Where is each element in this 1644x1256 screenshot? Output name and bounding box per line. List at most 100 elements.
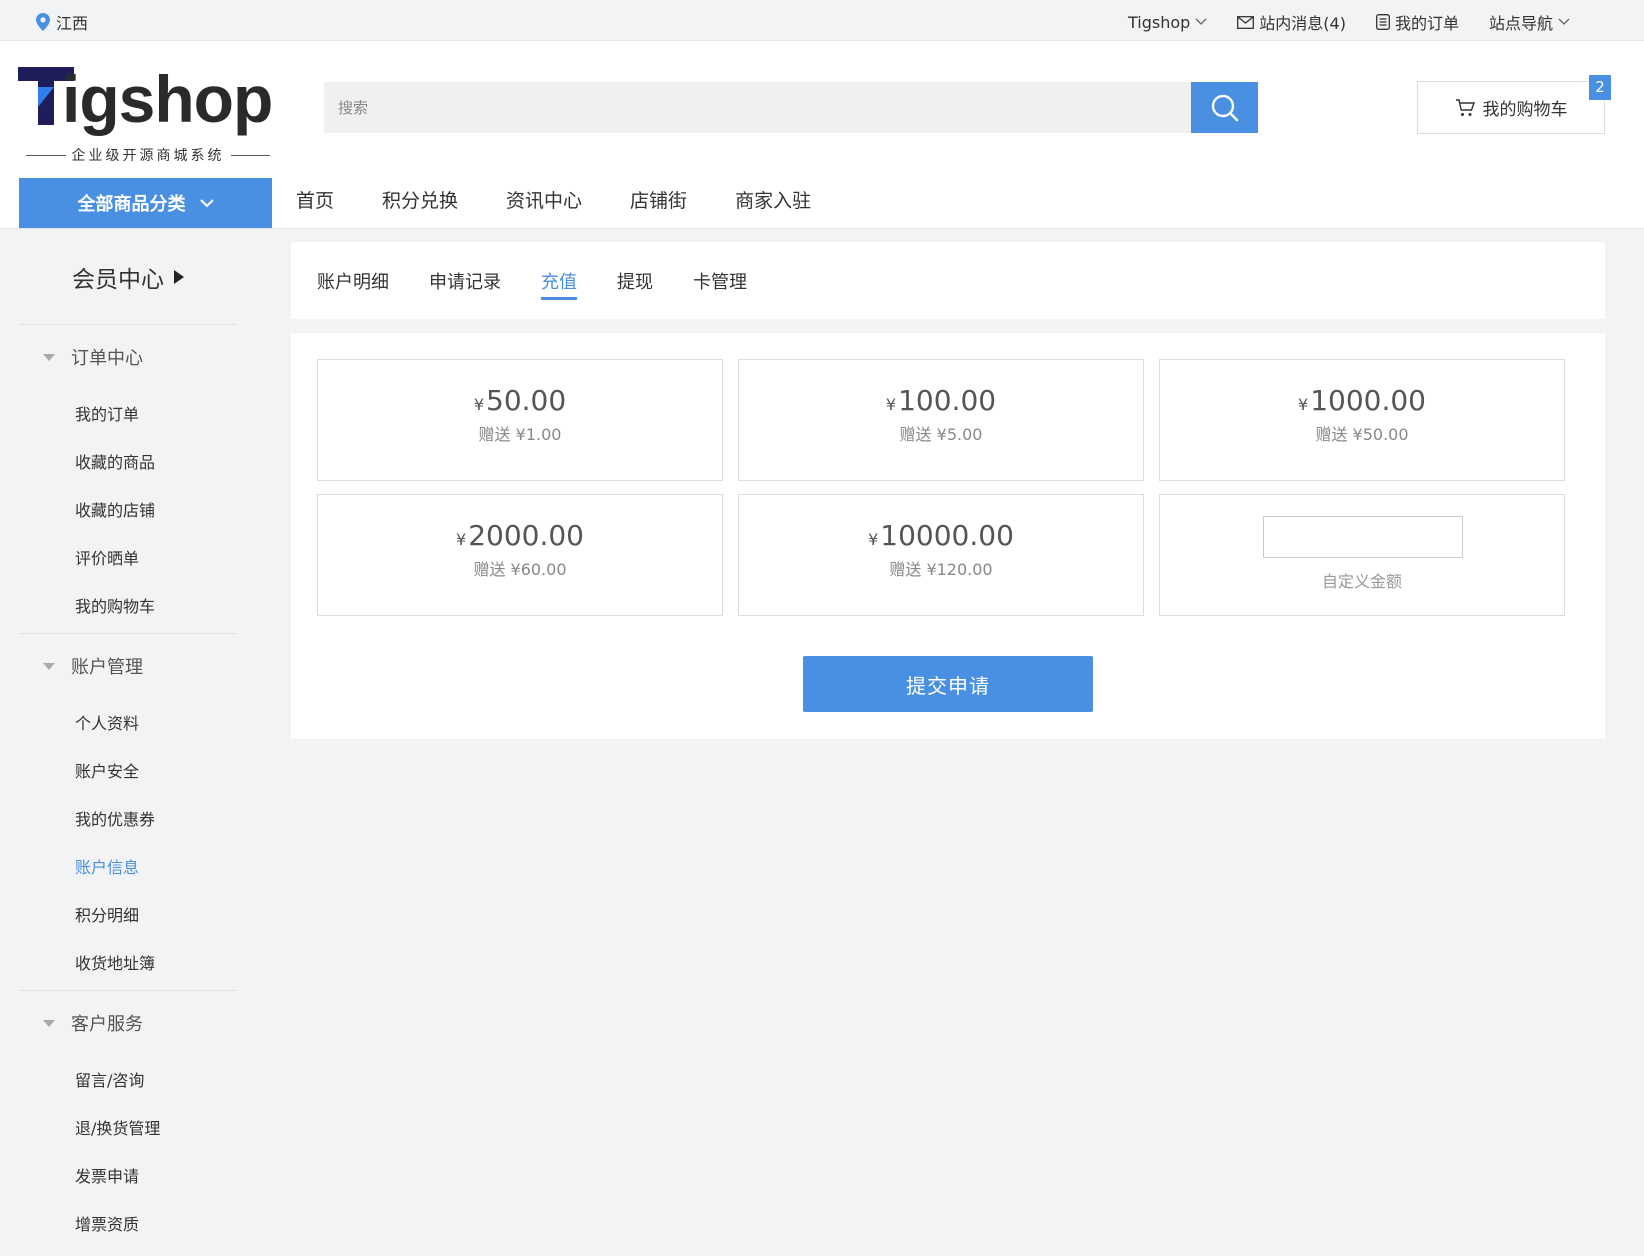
recharge-option-50[interactable]: ¥50.00 赠送 ¥1.00 <box>317 359 723 481</box>
top-nav-messages-label: 站内消息(4) <box>1259 14 1346 33</box>
sidebar-item-reviews[interactable]: 评价晒单 <box>19 533 237 581</box>
sidebar-item-invoice-request[interactable]: 发票申请 <box>19 1151 237 1199</box>
sidebar-item-coupons[interactable]: 我的优惠券 <box>19 794 237 842</box>
search-button[interactable] <box>1191 82 1258 133</box>
all-categories-button[interactable]: 全部商品分类 <box>19 178 272 228</box>
sidebar-item-vat-qualification[interactable]: 增票资质 <box>19 1199 237 1247</box>
currency-symbol: ¥ <box>1298 395 1309 414</box>
recharge-gift: 赠送 ¥5.00 <box>899 425 983 444</box>
sidebar-group-title: 账户管理 <box>71 657 143 678</box>
member-sidebar: 会员中心 订单中心 我的订单 收藏的商品 收藏的店铺 评价晒单 我的购物车 账户… <box>19 229 237 1251</box>
document-icon <box>1376 14 1390 30</box>
recharge-gift: 赠送 ¥120.00 <box>889 560 993 579</box>
recharge-amount: ¥10000.00 <box>739 519 1143 552</box>
main-nav-home[interactable]: 首页 <box>296 186 334 213</box>
cart-button[interactable]: 我的购物车 <box>1417 81 1605 134</box>
top-nav-tigshop-label: Tigshop <box>1127 12 1191 32</box>
sidebar-item-account-info[interactable]: 账户信息 <box>19 842 237 890</box>
recharge-amount: ¥1000.00 <box>1160 384 1564 417</box>
sidebar-item-profile[interactable]: 个人资料 <box>19 698 237 746</box>
triangle-right-icon <box>174 269 184 284</box>
main-nav-news-center[interactable]: 资讯中心 <box>506 186 582 213</box>
currency-symbol: ¥ <box>868 530 879 549</box>
tab-application-records[interactable]: 申请记录 <box>429 268 501 300</box>
tab-withdraw[interactable]: 提现 <box>617 268 653 300</box>
currency-symbol: ¥ <box>473 395 484 414</box>
recharge-amount: ¥50.00 <box>318 384 722 417</box>
sidebar-group-account: 账户管理 个人资料 账户安全 我的优惠券 账户信息 积分明细 收货地址簿 <box>19 634 237 991</box>
sidebar-item-returns[interactable]: 退/换货管理 <box>19 1103 237 1151</box>
recharge-amount: ¥2000.00 <box>318 519 722 552</box>
currency-symbol: ¥ <box>885 395 897 414</box>
chevron-down-icon <box>1195 18 1207 25</box>
top-bar: 江西 Tigshop 站内消息(4) 我的订单 站点导航 <box>0 0 1644 41</box>
sidebar-item-favorite-shops[interactable]: 收藏的店铺 <box>19 485 237 533</box>
member-center-label: 会员中心 <box>72 266 164 293</box>
header: igshop 企业级开源商城系统 我的购物车 2 全部商品分类 首页 积分兑换 … <box>0 41 1644 229</box>
sidebar-item-account-security[interactable]: 账户安全 <box>19 746 237 794</box>
recharge-amount-value: 100.00 <box>898 384 997 417</box>
submit-button[interactable]: 提交申请 <box>803 656 1093 712</box>
top-nav-tigshop[interactable]: Tigshop <box>1128 10 1207 34</box>
sidebar-group-title: 订单中心 <box>71 348 143 369</box>
logo-tagline-text: 企业级开源商城系统 <box>71 148 225 164</box>
cart-label: 我的购物车 <box>1482 100 1568 120</box>
caret-down-icon <box>43 662 55 670</box>
sidebar-group-header[interactable]: 客户服务 <box>19 991 237 1055</box>
logo[interactable]: igshop 企业级开源商城系统 <box>18 61 274 164</box>
top-nav-orders-label: 我的订单 <box>1394 14 1459 33</box>
location-selector[interactable]: 江西 <box>36 10 88 34</box>
caret-down-icon <box>43 353 55 361</box>
sidebar-item-favorite-products[interactable]: 收藏的商品 <box>19 437 237 485</box>
recharge-option-1000[interactable]: ¥1000.00 赠送 ¥50.00 <box>1159 359 1565 481</box>
sidebar-item-my-cart[interactable]: 我的购物车 <box>19 581 237 629</box>
account-tabs: 账户明细 申请记录 充值 提现 卡管理 <box>291 242 1605 319</box>
sidebar-group-orders: 订单中心 我的订单 收藏的商品 收藏的店铺 评价晒单 我的购物车 <box>19 325 237 634</box>
recharge-option-custom: 自定义金额 <box>1159 494 1565 616</box>
main-nav-shop-street[interactable]: 店铺街 <box>630 186 687 213</box>
tab-card-management[interactable]: 卡管理 <box>693 268 747 300</box>
all-categories-label: 全部商品分类 <box>77 194 186 215</box>
recharge-option-10000[interactable]: ¥10000.00 赠送 ¥120.00 <box>738 494 1144 616</box>
tab-account-detail[interactable]: 账户明细 <box>317 268 389 300</box>
recharge-panel: ¥50.00 赠送 ¥1.00 ¥100.00 赠送 ¥5.00 ¥1000.0… <box>291 333 1605 739</box>
tab-recharge[interactable]: 充值 <box>541 268 577 300</box>
search-icon <box>1211 94 1238 121</box>
recharge-option-100[interactable]: ¥100.00 赠送 ¥5.00 <box>738 359 1144 481</box>
sidebar-item-points-detail[interactable]: 积分明细 <box>19 890 237 938</box>
currency-symbol: ¥ <box>456 530 467 549</box>
main-nav: 首页 积分兑换 资讯中心 店铺街 商家入驻 <box>296 186 811 213</box>
top-nav-site-nav[interactable]: 站点导航 <box>1489 10 1570 34</box>
logo-wordmark: igshop <box>62 62 273 136</box>
search-input[interactable] <box>324 82 1184 133</box>
mail-icon <box>1237 15 1255 29</box>
recharge-amount-value: 2000.00 <box>468 519 584 552</box>
top-nav: Tigshop 站内消息(4) 我的订单 站点导航 <box>1128 10 1570 34</box>
sidebar-item-my-orders[interactable]: 我的订单 <box>19 389 237 437</box>
top-nav-messages[interactable]: 站内消息(4) <box>1237 10 1346 34</box>
sidebar-group-header[interactable]: 订单中心 <box>19 325 237 389</box>
search-bar <box>324 82 1258 133</box>
custom-amount-input[interactable] <box>1263 516 1463 558</box>
sidebar-group-header[interactable]: 账户管理 <box>19 634 237 698</box>
caret-down-icon <box>43 1019 55 1027</box>
member-center-title[interactable]: 会员中心 <box>19 229 237 325</box>
recharge-option-2000[interactable]: ¥2000.00 赠送 ¥60.00 <box>317 494 723 616</box>
sidebar-item-address-book[interactable]: 收货地址簿 <box>19 938 237 986</box>
cart-count-badge: 2 <box>1589 75 1611 100</box>
sidebar-item-messages[interactable]: 留言/咨询 <box>19 1055 237 1103</box>
custom-amount-label: 自定义金额 <box>1321 572 1402 591</box>
main-nav-merchant-join[interactable]: 商家入驻 <box>735 186 811 213</box>
recharge-gift: 赠送 ¥60.00 <box>473 560 567 579</box>
recharge-amount: ¥100.00 <box>739 384 1143 417</box>
cart-icon <box>1455 98 1475 116</box>
location-label: 江西 <box>56 14 89 33</box>
top-nav-orders[interactable]: 我的订单 <box>1376 10 1459 34</box>
recharge-amount-value: 1000.00 <box>1310 384 1426 417</box>
top-nav-site-nav-label: 站点导航 <box>1488 14 1553 33</box>
recharge-gift: 赠送 ¥50.00 <box>1315 425 1409 444</box>
tab-list: 账户明细 申请记录 充值 提现 卡管理 <box>317 268 747 300</box>
recharge-gift: 赠送 ¥1.00 <box>478 425 562 444</box>
main-nav-points-exchange[interactable]: 积分兑换 <box>382 186 458 213</box>
recharge-amount-value: 50.00 <box>486 384 567 417</box>
